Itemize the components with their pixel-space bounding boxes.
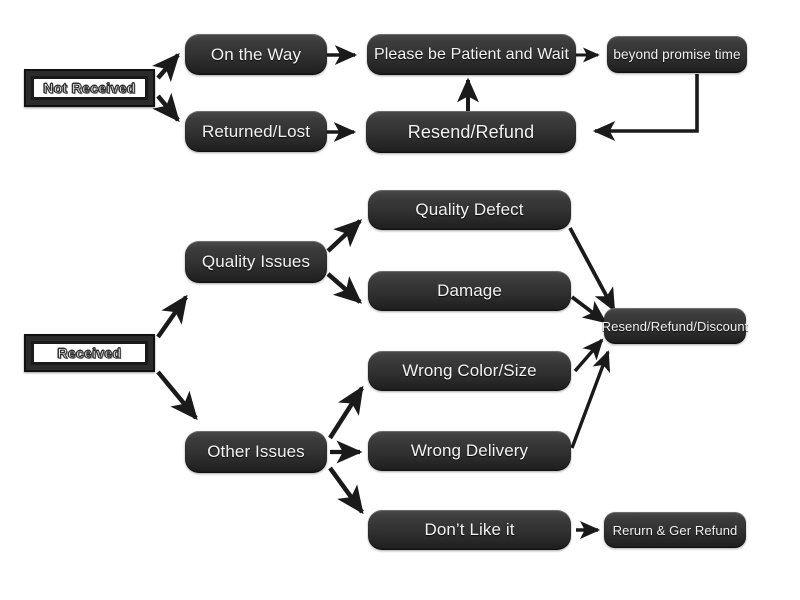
- edge-received-to-quality-issues: [156, 294, 188, 339]
- node-label-received: Received: [57, 345, 122, 362]
- node-label-wrong-delivery: Wrong Delivery: [410, 441, 529, 460]
- node-resend-refund-discount[interactable]: Resend/Refund/Discount: [601, 308, 749, 344]
- node-dont-like-it[interactable]: Don’t Like it: [368, 510, 571, 550]
- node-received[interactable]: Received: [24, 334, 155, 372]
- edge-received-to-other-issues: [156, 370, 198, 421]
- node-returned-lost[interactable]: Returned/Lost: [185, 111, 327, 152]
- not-received-inner: Not Received: [31, 76, 148, 100]
- edge-other-issues-to-dont-like-it: [328, 466, 364, 515]
- node-quality-defect[interactable]: Quality Defect: [368, 190, 571, 230]
- edge-quality-defect-to-resend-refund-discount: [568, 227, 616, 313]
- node-label-beyond-promise-time: beyond promise time: [613, 47, 741, 62]
- node-label-damage: Damage: [437, 281, 502, 300]
- node-label-on-the-way: On the Way: [210, 44, 302, 64]
- flowchart-canvas: Not Received On the Way Returned/Lost Pl…: [0, 0, 800, 600]
- edge-quality-issues-to-quality-defect: [326, 219, 362, 253]
- node-on-the-way[interactable]: On the Way: [185, 34, 327, 75]
- edge-damage-to-resend-refund-discount: [570, 295, 607, 324]
- node-beyond-promise-time[interactable]: beyond promise time: [607, 36, 747, 73]
- node-other-issues[interactable]: Other Issues: [185, 431, 327, 473]
- node-please-wait[interactable]: Please be Patient and Wait: [367, 34, 576, 75]
- node-label-other-issues: Other Issues: [207, 442, 305, 461]
- node-label-return-get-refund: Rerurn & Ger Refund: [612, 522, 738, 538]
- edge-wrong-delivery-to-resend-refund-discount: [570, 350, 611, 449]
- node-label-quality-issues: Quality Issues: [201, 252, 311, 271]
- node-quality-issues[interactable]: Quality Issues: [185, 241, 327, 283]
- edge-other-issues-to-wrong-color-size: [328, 385, 364, 440]
- edge-wrong-color-size-to-resend-refund-discount: [573, 338, 604, 373]
- node-wrong-color-size[interactable]: Wrong Color/Size: [368, 351, 571, 391]
- edge-not-received-to-returned-lost: [152, 92, 180, 123]
- node-label-resend-refund: Resend/Refund: [407, 121, 535, 142]
- node-label-resend-refund-discount: Resend/Refund/Discount: [601, 318, 749, 334]
- node-label-please-wait: Please be Patient and Wait: [373, 45, 569, 63]
- edge-not-received-to-on-the-way: [152, 52, 180, 83]
- node-label-not-received: Not Received: [43, 80, 136, 97]
- node-damage[interactable]: Damage: [368, 271, 571, 311]
- edge-beyond-promise-to-resend-refund: [592, 74, 699, 141]
- edge-quality-issues-to-damage: [326, 272, 363, 304]
- received-inner: Received: [31, 341, 148, 365]
- node-label-dont-like-it: Don’t Like it: [424, 520, 515, 539]
- node-label-quality-defect: Quality Defect: [415, 200, 524, 219]
- node-wrong-delivery[interactable]: Wrong Delivery: [368, 431, 571, 471]
- node-resend-refund[interactable]: Resend/Refund: [366, 111, 576, 153]
- node-return-get-refund[interactable]: Rerurn & Ger Refund: [604, 512, 746, 548]
- node-label-returned-lost: Returned/Lost: [201, 121, 311, 141]
- node-label-wrong-color-size: Wrong Color/Size: [402, 361, 537, 380]
- node-not-received[interactable]: Not Received: [24, 69, 155, 107]
